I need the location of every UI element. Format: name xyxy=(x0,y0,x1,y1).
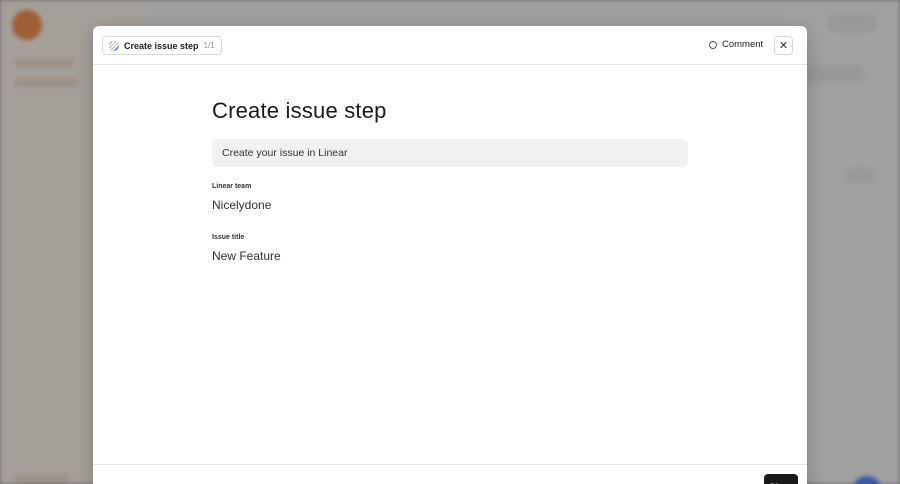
issue-title-value[interactable]: New Feature xyxy=(212,249,688,263)
description-field[interactable]: Create your issue in Linear xyxy=(212,139,688,167)
create-issue-step-modal: Create issue step 1/1 Comment ✕ Create i… xyxy=(93,26,807,484)
modal-body: Create issue step Create your issue in L… xyxy=(212,98,688,263)
step-pill-count: 1/1 xyxy=(203,41,215,50)
linear-icon xyxy=(109,40,119,51)
step-pill-label: Create issue step xyxy=(124,40,199,51)
modal-header: Create issue step 1/1 Comment ✕ xyxy=(93,26,807,65)
linear-team-label: Linear team xyxy=(212,183,252,190)
page-title: Create issue step xyxy=(212,98,387,123)
comment-icon xyxy=(709,40,717,49)
footer-divider xyxy=(93,464,807,465)
linear-team-value[interactable]: Nicelydone xyxy=(212,198,688,212)
comment-label: Comment xyxy=(722,39,764,50)
close-button[interactable]: Close xyxy=(764,474,798,484)
comment-button[interactable]: Comment xyxy=(709,39,763,50)
issue-title-label: Issue title xyxy=(212,234,245,241)
step-pill[interactable]: Create issue step 1/1 xyxy=(102,36,222,55)
close-icon[interactable]: ✕ xyxy=(774,36,793,55)
